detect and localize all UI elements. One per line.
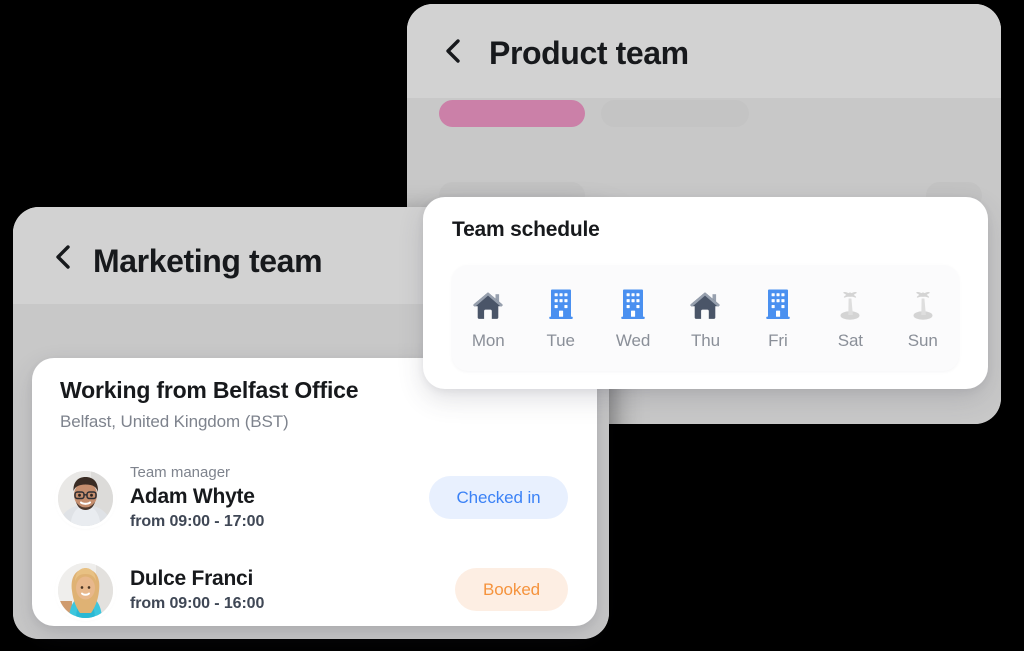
- person-hours: from 09:00 - 17:00: [130, 512, 265, 530]
- schedule-day-sat[interactable]: Sat: [817, 286, 883, 351]
- day-label: Thu: [690, 330, 720, 350]
- avatar: [58, 562, 113, 618]
- back-button-product[interactable]: [435, 34, 469, 68]
- person-info: Dulce Franci from 09:00 - 16:00: [130, 565, 264, 615]
- team-schedule-card: Team schedule Mon Tue Wed Thu Fri Sat Su…: [423, 197, 988, 389]
- product-team-header: Product team: [407, 4, 1001, 98]
- person-row: Dulce Franci from 09:00 - 16:00 Booked: [32, 550, 597, 626]
- home-icon: [689, 286, 721, 320]
- tab-pill-active[interactable]: [439, 100, 585, 127]
- schedule-day-tue[interactable]: Tue: [528, 286, 594, 351]
- person-name: Dulce Franci: [130, 566, 254, 590]
- tab-pill-inactive[interactable]: [601, 100, 749, 127]
- schedule-day-mon[interactable]: Mon: [455, 286, 521, 351]
- week-day-strip: Mon Tue Wed Thu Fri Sat Sun: [452, 265, 959, 371]
- schedule-day-sun[interactable]: Sun: [890, 286, 956, 351]
- home-icon: [472, 286, 504, 320]
- office-card-subtitle: Belfast, United Kingdom (BST): [60, 412, 289, 431]
- person-hours: from 09:00 - 16:00: [130, 595, 265, 613]
- team-schedule-title: Team schedule: [452, 218, 600, 241]
- schedule-day-thu[interactable]: Thu: [672, 286, 738, 351]
- palm-tree-icon: [908, 286, 938, 320]
- status-badge[interactable]: Checked in: [429, 476, 568, 519]
- chevron-left-icon: [51, 243, 73, 271]
- person-name: Adam Whyte: [130, 484, 255, 508]
- day-label: Fri: [768, 330, 788, 350]
- product-team-title: Product team: [489, 35, 689, 71]
- day-label: Sun: [907, 330, 938, 350]
- palm-tree-icon: [835, 286, 865, 320]
- person-row: Team manager Adam Whyte from 09:00 - 17:…: [32, 458, 597, 538]
- building-icon: [620, 286, 646, 320]
- schedule-day-wed[interactable]: Wed: [600, 286, 666, 351]
- person-info: Team manager Adam Whyte from 09:00 - 17:…: [130, 463, 264, 533]
- person-role: Team manager: [130, 464, 231, 481]
- screenshot-stage: Product team Marketing team Team schedul…: [0, 0, 1024, 651]
- avatar: [58, 470, 113, 526]
- chevron-left-icon: [441, 37, 463, 65]
- day-label: Tue: [546, 330, 575, 350]
- working-from-office-card: Working from Belfast Office Belfast, Uni…: [32, 358, 597, 626]
- status-badge[interactable]: Booked: [455, 568, 568, 611]
- office-card-title: Working from Belfast Office: [60, 377, 359, 403]
- day-label: Sat: [837, 330, 863, 350]
- day-label: Mon: [471, 330, 505, 350]
- schedule-day-fri[interactable]: Fri: [745, 286, 811, 351]
- marketing-team-title: Marketing team: [93, 243, 323, 279]
- back-button-marketing[interactable]: [45, 240, 79, 274]
- day-label: Wed: [615, 330, 651, 350]
- building-icon: [765, 286, 791, 320]
- building-icon: [548, 286, 574, 320]
